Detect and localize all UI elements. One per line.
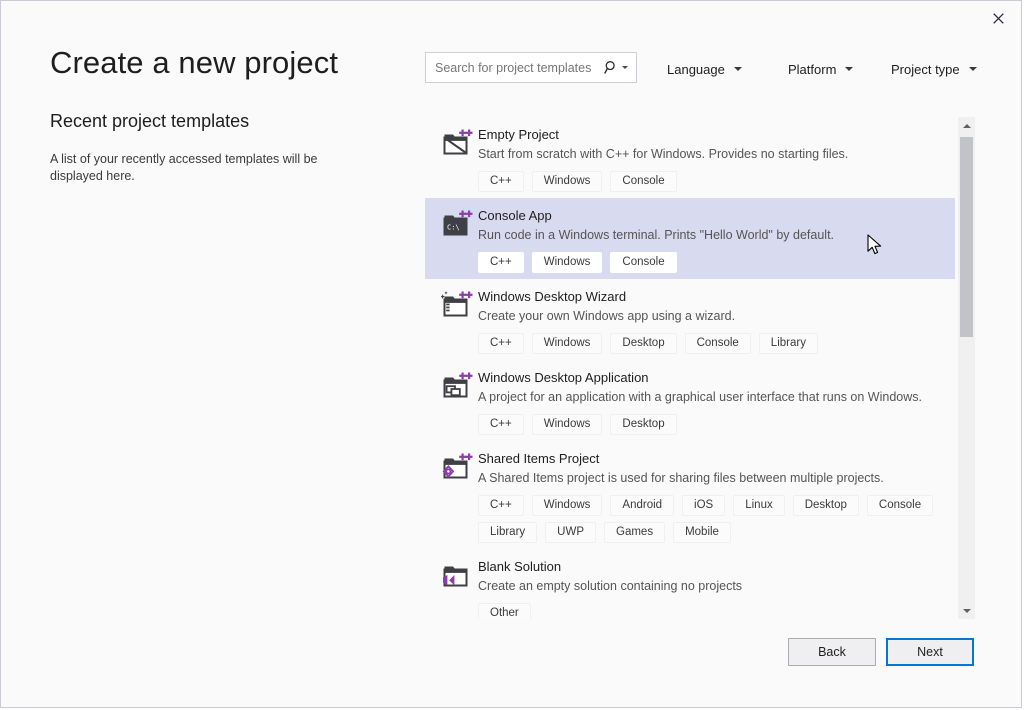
template-tag: Mobile xyxy=(673,522,731,543)
console-app-icon: C:\ xyxy=(441,209,473,241)
template-tag: Windows xyxy=(532,495,603,516)
shared-items-project-icon xyxy=(441,452,473,484)
template-tag: iOS xyxy=(682,495,725,516)
filter-language[interactable]: Language xyxy=(667,58,742,80)
template-item-tags: C++ Windows Android iOS Linux Desktop Console L… xyxy=(478,495,947,543)
template-tag: UWP xyxy=(545,522,596,543)
template-tag: Console xyxy=(685,333,751,354)
template-item-tags: Other xyxy=(478,603,947,619)
template-list-item[interactable]: Shared Items Project A Shared Items proje… xyxy=(425,441,955,549)
template-tag: Games xyxy=(604,522,665,543)
template-item-name: Windows Desktop Wizard xyxy=(478,288,947,305)
template-item-body: Blank Solution Create an empty solution c… xyxy=(478,558,955,619)
close-icon xyxy=(993,13,1004,24)
template-item-tags: C++ Windows Desktop xyxy=(478,414,947,435)
filter-platform-label: Platform xyxy=(788,62,836,77)
windows-desktop-wizard-icon xyxy=(441,290,473,322)
template-tag: C++ xyxy=(478,171,524,192)
template-tag: Library xyxy=(759,333,818,354)
search-box[interactable] xyxy=(425,52,637,83)
template-list-item[interactable]: Windows Desktop Application A project for… xyxy=(425,360,955,441)
filter-project-type[interactable]: Project type xyxy=(891,58,977,80)
template-tag: C++ xyxy=(478,333,524,354)
template-tag: C++ xyxy=(478,414,524,435)
template-item-description: A Shared Items project is used for shari… xyxy=(478,470,947,487)
template-tag: Console xyxy=(610,171,676,192)
scroll-down-arrow-icon[interactable] xyxy=(958,602,975,619)
back-button[interactable]: Back xyxy=(788,638,876,666)
template-item-description: Create an empty solution containing no p… xyxy=(478,578,947,595)
template-item-description: Create your own Windows app using a wiza… xyxy=(478,308,947,325)
recent-templates-heading: Recent project templates xyxy=(50,111,249,132)
template-item-tags: C++ Windows Console xyxy=(478,252,947,273)
template-item-body: Console App Run code in a Windows termina… xyxy=(478,207,955,273)
next-button[interactable]: Next xyxy=(886,638,974,666)
search-icon xyxy=(604,60,619,75)
template-item-body: Windows Desktop Application A project for… xyxy=(478,369,955,435)
template-item-tags: C++ Windows Desktop Console Library xyxy=(478,333,947,354)
template-item-description: Start from scratch with C++ for Windows.… xyxy=(478,146,947,163)
windows-desktop-application-icon xyxy=(441,371,473,403)
template-item-tags: C++ Windows Console xyxy=(478,171,947,192)
dialog-title-bar xyxy=(1,1,1021,35)
template-item-description: Run code in a Windows terminal. Prints "… xyxy=(478,227,947,244)
template-item-body: Shared Items Project A Shared Items proje… xyxy=(478,450,955,543)
template-item-name: Windows Desktop Application xyxy=(478,369,947,386)
search-input[interactable] xyxy=(433,60,604,76)
template-item-name: Console App xyxy=(478,207,947,224)
template-tag: Desktop xyxy=(610,333,676,354)
filter-platform[interactable]: Platform xyxy=(788,58,853,80)
template-tag: Desktop xyxy=(793,495,859,516)
close-button[interactable] xyxy=(976,1,1021,35)
template-item-name: Shared Items Project xyxy=(478,450,947,467)
scroll-up-arrow-icon[interactable] xyxy=(958,117,975,134)
chevron-down-icon xyxy=(969,67,977,71)
scrollbar-thumb[interactable] xyxy=(960,137,973,337)
search-dropdown-caret-icon[interactable] xyxy=(622,66,628,69)
template-tag: Windows xyxy=(532,333,603,354)
svg-text:C:\: C:\ xyxy=(447,224,460,232)
template-item-body: Windows Desktop Wizard Create your own Wi… xyxy=(478,288,955,354)
page-title: Create a new project xyxy=(50,45,338,81)
template-tag: Console xyxy=(610,252,676,273)
template-tag: C++ xyxy=(478,252,524,273)
template-tag: Library xyxy=(478,522,537,543)
template-list[interactable]: Empty Project Start from scratch with C++… xyxy=(425,117,955,619)
template-list-item[interactable]: C:\ Console App Run code in a Windows term… xyxy=(425,198,955,279)
template-tag: Windows xyxy=(532,171,603,192)
template-list-item[interactable]: Windows Desktop Wizard Create your own Wi… xyxy=(425,279,955,360)
template-tag: Other xyxy=(478,603,531,619)
blank-solution-icon xyxy=(441,560,473,592)
chevron-down-icon xyxy=(845,67,853,71)
template-item-name: Blank Solution xyxy=(478,558,947,575)
template-list-scrollbar[interactable] xyxy=(958,117,975,619)
empty-project-icon xyxy=(441,128,473,160)
template-item-name: Empty Project xyxy=(478,126,947,143)
template-tag: Windows xyxy=(532,414,603,435)
chevron-down-icon xyxy=(734,67,742,71)
template-item-body: Empty Project Start from scratch with C++… xyxy=(478,126,955,192)
template-item-description: A project for an application with a grap… xyxy=(478,389,947,406)
filter-project-type-label: Project type xyxy=(891,62,960,77)
template-tag: Linux xyxy=(733,495,785,516)
template-tag: Android xyxy=(610,495,674,516)
filter-language-label: Language xyxy=(667,62,725,77)
template-tag: C++ xyxy=(478,495,524,516)
template-tag: Windows xyxy=(532,252,603,273)
recent-templates-empty-text: A list of your recently accessed templat… xyxy=(50,151,330,185)
template-tag: Desktop xyxy=(610,414,676,435)
template-list-item[interactable]: Empty Project Start from scratch with C++… xyxy=(425,117,955,198)
create-new-project-dialog: Create a new project Recent project temp… xyxy=(0,0,1022,708)
template-list-item[interactable]: Blank Solution Create an empty solution c… xyxy=(425,549,955,619)
template-tag: Console xyxy=(867,495,933,516)
